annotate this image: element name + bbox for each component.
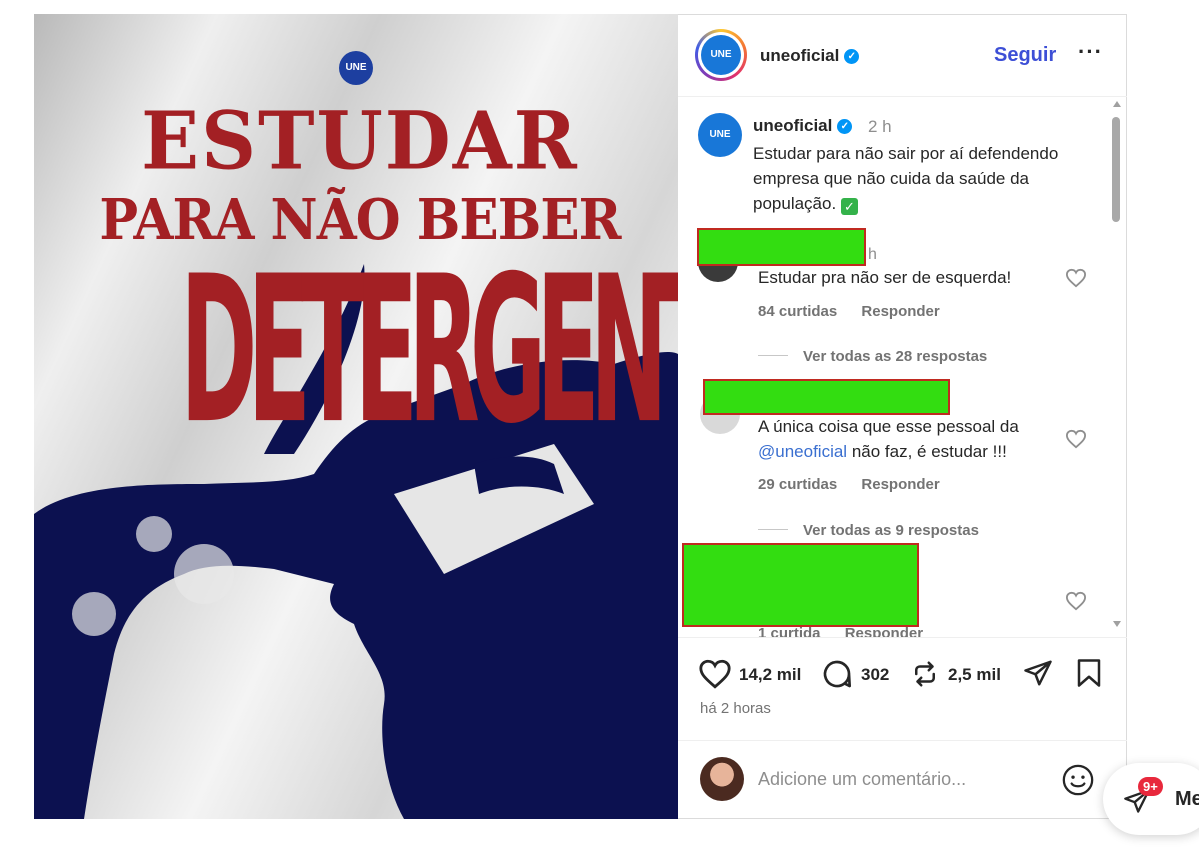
redacted-username (697, 228, 866, 266)
post-actions: 14,2 mil 302 2,5 mil (678, 650, 1127, 700)
comment-likes[interactable]: 29 curtidas (758, 476, 837, 493)
reply-button[interactable]: Responder (861, 476, 939, 493)
more-options-icon[interactable]: ··· (1078, 41, 1103, 63)
caption-avatar[interactable]: UNE (698, 113, 742, 157)
view-replies-link[interactable]: Ver todas as 28 respostas (758, 348, 987, 365)
redacted-username (703, 379, 950, 415)
comment-text: A única coisa que esse pessoal da @uneof… (758, 414, 1078, 464)
comment-bar: Adicione um comentário... (678, 740, 1127, 819)
like-icon[interactable] (698, 658, 732, 690)
post-header: UNE uneoficial ✓ Seguir ··· (678, 14, 1127, 97)
comments-scroll-area[interactable]: UNE uneoficial ✓ 2 h Estudar para não sai… (678, 97, 1127, 638)
verified-icon: ✓ (844, 49, 860, 64)
view-replies-text[interactable]: Ver todas as 28 respostas (803, 348, 987, 365)
view-replies-text[interactable]: Ver todas as 9 respostas (803, 522, 979, 539)
mention-link[interactable]: @uneoficial (758, 442, 847, 461)
comment-text-part: não faz, é estudar !!! (851, 442, 1007, 461)
comment-icon[interactable] (821, 658, 853, 690)
view-replies-link[interactable]: Ver todas as 9 respostas (758, 522, 979, 539)
headline-estudar: ESTUDAR (141, 93, 579, 188)
comment-input[interactable]: Adicione um comentário... (758, 769, 966, 790)
notification-badge: 9+ (1138, 777, 1163, 796)
redacted-username (682, 543, 919, 627)
comment-meta: 84 curtidas Responder (758, 303, 960, 320)
verified-icon: ✓ (837, 119, 853, 134)
comment-meta: 29 curtidas Responder (758, 476, 960, 493)
header-username[interactable]: uneoficial ✓ (760, 46, 860, 66)
caption-time[interactable]: 2 h (868, 117, 892, 137)
comment-text: Estudar pra não ser de esquerda! (758, 268, 1012, 287)
comment-like-icon[interactable] (1065, 591, 1087, 611)
comment-count[interactable]: 302 (861, 665, 889, 685)
messages-button[interactable]: 9+ Me (1103, 763, 1199, 835)
comment-meta: 1 curtida Responder (758, 625, 943, 637)
comment-likes[interactable]: 1 curtida (758, 625, 821, 637)
scrollbar[interactable] (1109, 97, 1123, 637)
caption-username-text[interactable]: uneoficial (753, 116, 832, 135)
scroll-up-icon[interactable] (1113, 101, 1121, 107)
comment-like-icon[interactable] (1065, 268, 1087, 288)
post-image[interactable]: UNE ESTUDAR PARA NÃO BEBER DETERGENTE (34, 14, 678, 819)
header-username-text[interactable]: uneoficial (760, 46, 839, 65)
share-icon[interactable] (1023, 658, 1053, 688)
repost-icon[interactable] (910, 658, 940, 690)
check-emoji-icon: ✓ (840, 198, 858, 215)
post-time[interactable]: há 2 horas (700, 700, 771, 717)
current-user-avatar (700, 757, 744, 801)
messages-label: Me (1175, 788, 1199, 810)
comment-likes[interactable]: 84 curtidas (758, 303, 837, 320)
headline-detergente: DETERGENTE (180, 233, 678, 469)
scroll-thumb[interactable] (1112, 117, 1120, 222)
caption-body: Estudar para não sair por aí defendendo … (753, 144, 1059, 213)
repost-count[interactable]: 2,5 mil (948, 665, 1001, 685)
reply-button[interactable]: Responder (861, 303, 939, 320)
story-ring[interactable]: UNE (695, 29, 747, 81)
scroll-down-icon[interactable] (1113, 621, 1121, 627)
comment-text-part: A única coisa que esse pessoal da (758, 417, 1019, 436)
une-logo: UNE (339, 51, 373, 85)
like-count[interactable]: 14,2 mil (739, 665, 801, 685)
profile-avatar[interactable]: UNE (701, 35, 741, 75)
comment-time[interactable]: h (868, 246, 877, 264)
follow-button[interactable]: Seguir (994, 44, 1056, 67)
bookmark-icon[interactable] (1076, 658, 1102, 688)
reply-button[interactable]: Responder (845, 625, 923, 637)
comment-like-icon[interactable] (1065, 429, 1087, 449)
caption-username[interactable]: uneoficial ✓ (753, 116, 853, 136)
emoji-icon[interactable] (1061, 763, 1095, 797)
caption-text: Estudar para não sair por aí defendendo … (753, 141, 1098, 216)
